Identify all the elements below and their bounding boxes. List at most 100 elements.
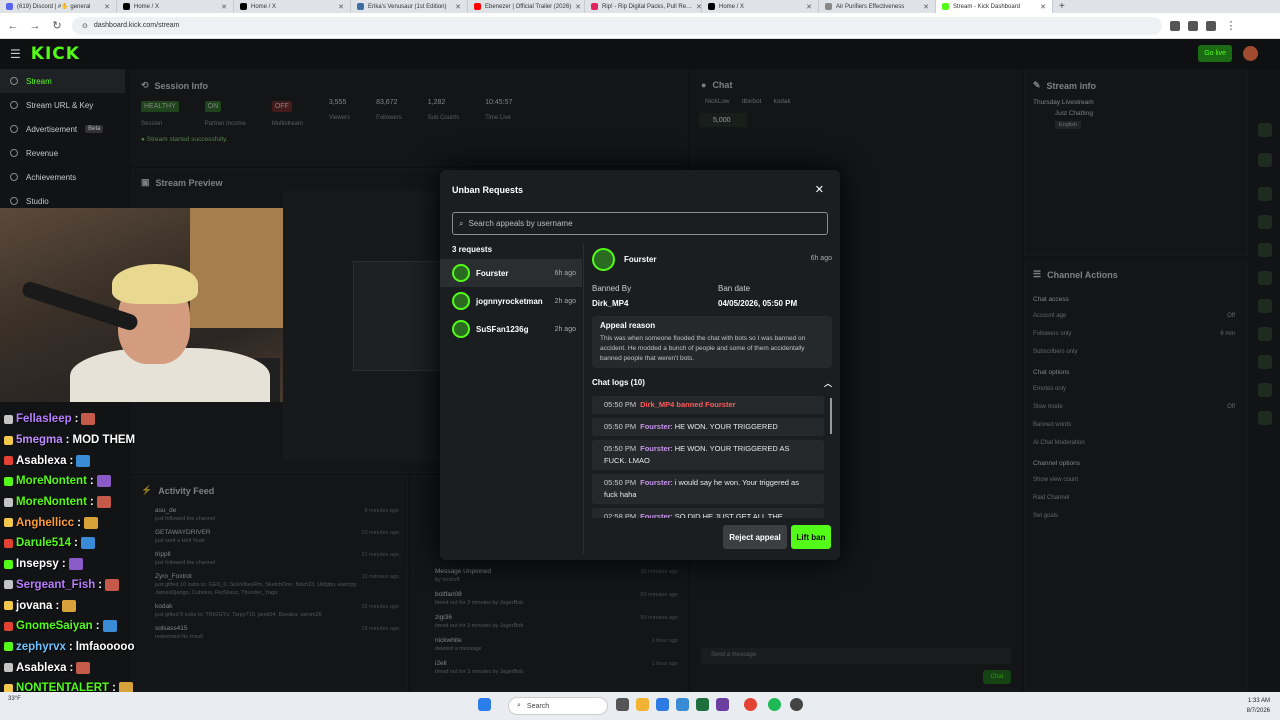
close-icon[interactable]: ✕ <box>806 3 812 11</box>
browser-tab[interactable]: (619) Discord | #✋ general ✕ <box>0 0 117 13</box>
browser-tab[interactable]: Home / X ✕ <box>234 0 351 13</box>
kick-logo[interactable]: KICK <box>31 44 80 64</box>
channel-setting-row[interactable]: Set goals <box>1025 507 1247 525</box>
avatar[interactable] <box>1243 46 1258 61</box>
browser-tab[interactable]: Rip! - Rip Digital Packs, Pull Re… ✕ <box>585 0 702 13</box>
obs-icon[interactable] <box>790 698 803 711</box>
channel-setting-row[interactable]: Emotes only <box>1025 380 1247 398</box>
log-text: HE WON. YOUR TRIGGERED <box>674 422 778 431</box>
mail-icon[interactable] <box>676 698 689 711</box>
reject-appeal-button[interactable]: Reject appeal <box>723 525 787 549</box>
browser-tab[interactable]: Erika's Venusaur (1st Edition) ✕ <box>351 0 468 13</box>
app-icon[interactable] <box>716 698 729 711</box>
rail-icon[interactable] <box>1258 383 1272 397</box>
chevron-up-icon[interactable]: ︿ <box>824 378 832 389</box>
scrollbar[interactable] <box>830 398 832 434</box>
mod-action-time: 35 minutes ago <box>640 569 678 575</box>
reload-icon[interactable]: ↻ <box>50 19 64 32</box>
sidebar-item[interactable]: Achievements <box>0 165 125 189</box>
setting-label: Followers only <box>1033 331 1072 337</box>
store-icon[interactable] <box>696 698 709 711</box>
user-badge-icon <box>4 621 13 631</box>
go-live-button[interactable]: Go live <box>1198 45 1232 62</box>
browser-tab[interactable]: Home / X ✕ <box>702 0 819 13</box>
sidebar: Stream Stream URL & Key Advertisement Beta R… <box>0 69 125 209</box>
close-icon[interactable]: ✕ <box>1040 3 1046 11</box>
rail-icon[interactable] <box>1258 153 1272 167</box>
chat-input[interactable]: Send a message <box>701 648 1011 664</box>
request-item[interactable]: Fourster 6h ago <box>440 259 582 287</box>
browser-tab[interactable]: Ebenezer | Official Trailer (2026) ✕ <box>468 0 585 13</box>
edge-icon[interactable] <box>656 698 669 711</box>
rail-icon[interactable] <box>1258 215 1272 229</box>
appeal-search-input[interactable]: ⌕ Search appeals by username <box>452 212 828 235</box>
sidebar-item[interactable]: Revenue <box>0 141 125 165</box>
close-icon[interactable]: ✕ <box>104 3 110 11</box>
modal-title: Unban Requests <box>452 185 524 195</box>
rail-icon[interactable] <box>1258 299 1272 313</box>
rail-icon[interactable] <box>1258 355 1272 369</box>
channel-setting-row[interactable]: Banned words <box>1025 416 1247 434</box>
file-explorer-icon[interactable] <box>636 698 649 711</box>
url-field[interactable]: ⊙ dashboard.kick.com/stream <box>72 16 1162 35</box>
chrome-icon[interactable] <box>744 698 757 711</box>
close-icon[interactable]: ✕ <box>221 3 227 11</box>
overlay-chat-user: GnomeSaiyan <box>16 620 93 633</box>
extension-icon[interactable] <box>1188 20 1198 31</box>
hamburger-icon[interactable]: ☰ <box>10 47 21 61</box>
chat-top-user[interactable]: dbirbot <box>742 98 762 105</box>
rail-icon[interactable] <box>1258 411 1272 425</box>
log-time: 05:50 PM <box>604 422 637 431</box>
request-item[interactable]: SuSFan1236g 2h ago <box>440 315 582 343</box>
close-icon[interactable]: ✕ <box>455 3 461 11</box>
close-icon[interactable]: ✕ <box>575 3 581 11</box>
ban-date: Ban date 04/05/2026, 05:50 PM <box>718 284 797 308</box>
channel-setting-row[interactable]: Slow mode Off <box>1025 398 1247 416</box>
new-tab-icon[interactable]: + <box>1053 1 1071 12</box>
sidebar-item[interactable]: Advertisement Beta <box>0 117 125 141</box>
windows-start-icon[interactable] <box>478 698 491 711</box>
rail-icon[interactable] <box>1258 271 1272 285</box>
status-message: ● Stream started successfully. <box>141 136 228 143</box>
back-icon[interactable]: ← <box>6 20 20 32</box>
extension-icon[interactable] <box>1206 20 1216 31</box>
browser-tab[interactable]: Stream - Kick Dashboard ✕ <box>936 0 1053 13</box>
request-item[interactable]: jognnyrocketman 2h ago <box>440 287 582 315</box>
spotify-icon[interactable] <box>768 698 781 711</box>
weather-widget[interactable]: 33°F <box>8 696 21 702</box>
forward-icon[interactable]: → <box>28 20 42 32</box>
system-clock[interactable]: 1:33 AM 8/7/2026 <box>1247 696 1270 716</box>
close-icon[interactable]: ✕ <box>923 3 929 11</box>
chat-top-user[interactable]: NickLow <box>705 98 730 105</box>
menu-icon[interactable]: ⋮ <box>1224 19 1238 32</box>
sidebar-item[interactable]: Stream URL & Key <box>0 93 125 117</box>
rail-icon[interactable] <box>1258 327 1272 341</box>
channel-setting-row[interactable]: AI Chat Moderation <box>1025 434 1247 452</box>
lift-ban-button[interactable]: Lift ban <box>791 525 831 549</box>
setting-label: Raid Channel <box>1033 495 1070 501</box>
extension-icon[interactable] <box>1170 20 1180 31</box>
chat-logs-header[interactable]: Chat logs (10) ︿ <box>592 378 832 389</box>
activity-desc: just followed the channel <box>155 560 216 566</box>
channel-setting-row[interactable]: Account age Off <box>1025 307 1247 325</box>
channel-setting-row[interactable]: Raid Channel <box>1025 489 1247 507</box>
chat-send-button[interactable]: Chat <box>983 670 1011 684</box>
taskbar-search-label: Search <box>526 702 550 710</box>
taskbar-search[interactable]: ⌕ Search <box>508 697 608 715</box>
site-info-icon[interactable]: ⊙ <box>82 22 88 30</box>
mod-action-time: 50 minutes ago <box>640 615 678 621</box>
browser-tab[interactable]: Air Purifiers Effectiveness ✕ <box>819 0 936 13</box>
channel-setting-row[interactable]: Subscribers only <box>1025 343 1247 361</box>
rail-icon[interactable] <box>1258 243 1272 257</box>
rail-icon[interactable] <box>1258 123 1272 137</box>
sidebar-item[interactable]: Stream <box>0 69 125 93</box>
task-view-icon[interactable] <box>616 698 629 711</box>
close-icon[interactable]: ✕ <box>815 183 824 196</box>
channel-setting-row[interactable]: Followers only 6 min <box>1025 325 1247 343</box>
channel-setting-row[interactable]: Show view count <box>1025 471 1247 489</box>
close-icon[interactable]: ✕ <box>338 3 344 11</box>
favicon-icon <box>591 3 598 10</box>
chat-top-user[interactable]: kodak <box>773 98 790 105</box>
rail-icon[interactable] <box>1258 187 1272 201</box>
browser-tab[interactable]: Home / X ✕ <box>117 0 234 13</box>
